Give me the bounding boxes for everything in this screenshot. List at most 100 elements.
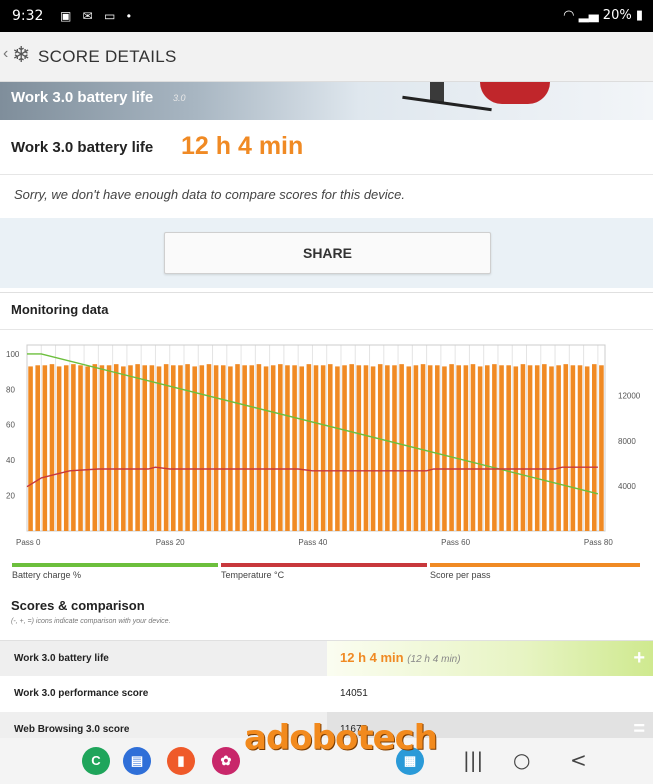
y-left-tick-label: 20 [6,492,15,501]
score-value-main: 12 h 4 min [340,650,404,665]
score-bar [249,365,255,531]
score-bar [356,365,362,531]
phone-app-icon[interactable]: C [82,747,110,775]
score-bar [199,365,205,531]
score-row[interactable]: Work 3.0 battery life 12 h 4 min (12 h 4… [0,640,653,677]
score-name: Work 3.0 performance score [14,688,149,699]
score-bar [178,365,183,531]
compare-note-text: Sorry, we don't have enough data to comp… [14,187,406,202]
x-tick-label: Pass 40 [298,538,327,547]
hero-version: 3.0 [173,93,186,103]
score-bar [513,366,519,531]
notes-app-icon[interactable]: ▮ [167,747,195,775]
share-section: SHARE [0,218,653,288]
signal-icon: ▂▄ [578,8,599,23]
legend-score-swatch [430,563,640,567]
score-bar [549,366,554,531]
score-bar [213,365,219,531]
score-bar [406,366,412,531]
monitoring-title: Monitoring data [11,302,109,317]
legend-battery: Battery charge % [12,563,218,583]
result-value: 12 h 4 min [181,132,304,160]
skis-graphic [402,95,492,112]
legend-battery-label: Battery charge % [12,570,82,580]
score-bar [270,365,276,531]
score-bar [392,365,397,531]
hero-banner: Work 3.0 battery life 3.0 [0,82,653,120]
y-left-tick-label: 60 [6,421,15,430]
share-button[interactable]: SHARE [164,232,491,274]
score-name: Web Browsing 3.0 score [14,724,130,735]
score-bar [584,366,590,531]
status-bar: 9:32 ▣ ✉ ▭ • ◠ ▂▄ 20% ▮ [0,0,653,32]
score-bar [370,366,376,531]
score-bar [463,365,469,531]
snowflake-icon[interactable]: ❄ [12,42,30,68]
score-bar [349,364,354,531]
score-bar [28,366,33,531]
score-bar [42,365,48,531]
score-value: 14051 [340,688,368,699]
compare-note: Sorry, we don't have enough data to comp… [0,175,653,218]
score-bar [377,364,383,531]
sled-graphic [480,82,550,104]
legend-temperature-swatch [221,563,427,567]
page-title: SCORE DETAILS [38,47,177,66]
legend-score: Score per pass [430,563,640,583]
monitoring-panel: Monitoring data 20 40 60 80 100 4000 8000 12000… [0,292,653,748]
home-icon[interactable]: ○ [513,748,530,772]
score-bar [292,365,297,531]
score-bar [320,365,326,531]
score-bar [156,366,162,531]
scores-note: (-, +, =) icons indicate comparison with… [11,618,171,625]
score-bar [477,366,483,531]
score-bar [85,366,90,531]
score-bar [435,365,440,531]
recents-icon[interactable]: ||| [463,748,483,772]
score-row[interactable]: Work 3.0 performance score 14051 [0,676,653,712]
score-value: 12 h 4 min (12 h 4 min) [340,650,461,665]
back-chevron-icon[interactable]: ‹ [3,45,8,63]
score-bar [228,366,233,531]
plus-icon: + [633,647,645,669]
score-bar [263,366,269,531]
wifi-icon: ◠ [563,8,575,23]
legend-battery-swatch [12,563,218,567]
score-bar [192,366,197,531]
x-tick-label: Pass 20 [156,538,185,547]
score-bar [506,365,511,531]
x-tick-label: Pass 0 [16,538,41,547]
back-icon[interactable]: < [570,748,587,772]
score-bar [592,364,597,531]
battery-level: 20% [602,8,632,23]
y-right-tick-label: 8000 [618,437,636,446]
score-bar [278,364,283,531]
score-bar [163,364,169,531]
gallery-app-icon[interactable]: ✿ [212,747,240,775]
x-tick-label: Pass 60 [441,538,470,547]
score-bar [142,365,148,531]
score-bar [427,365,433,531]
scores-title: Scores & comparison [11,598,145,613]
score-bar [577,365,583,531]
divider [0,329,653,330]
y-left-tick-label: 100 [6,350,20,359]
score-bar [570,365,576,531]
monitoring-chart: 20 40 60 80 100 4000 8000 12000 Pass 0 Pass 20 Pas… [6,344,641,547]
score-bar [171,365,176,531]
score-bar [99,365,105,531]
app-bar: ‹ ❄ SCORE DETAILS [0,32,653,82]
y-left-tick-label: 80 [6,385,15,394]
messages-app-icon[interactable]: ▤ [123,747,151,775]
score-bar [56,366,62,531]
score-bar [456,365,461,531]
score-bar [149,365,155,531]
score-bar [121,366,126,531]
y-right-tick-label: 4000 [618,482,636,491]
score-bar [385,365,390,531]
score-bar [363,365,369,531]
score-bar [242,365,247,531]
score-bar [63,365,69,531]
hero-title: Work 3.0 battery life [11,89,154,106]
score-bar [49,364,55,531]
